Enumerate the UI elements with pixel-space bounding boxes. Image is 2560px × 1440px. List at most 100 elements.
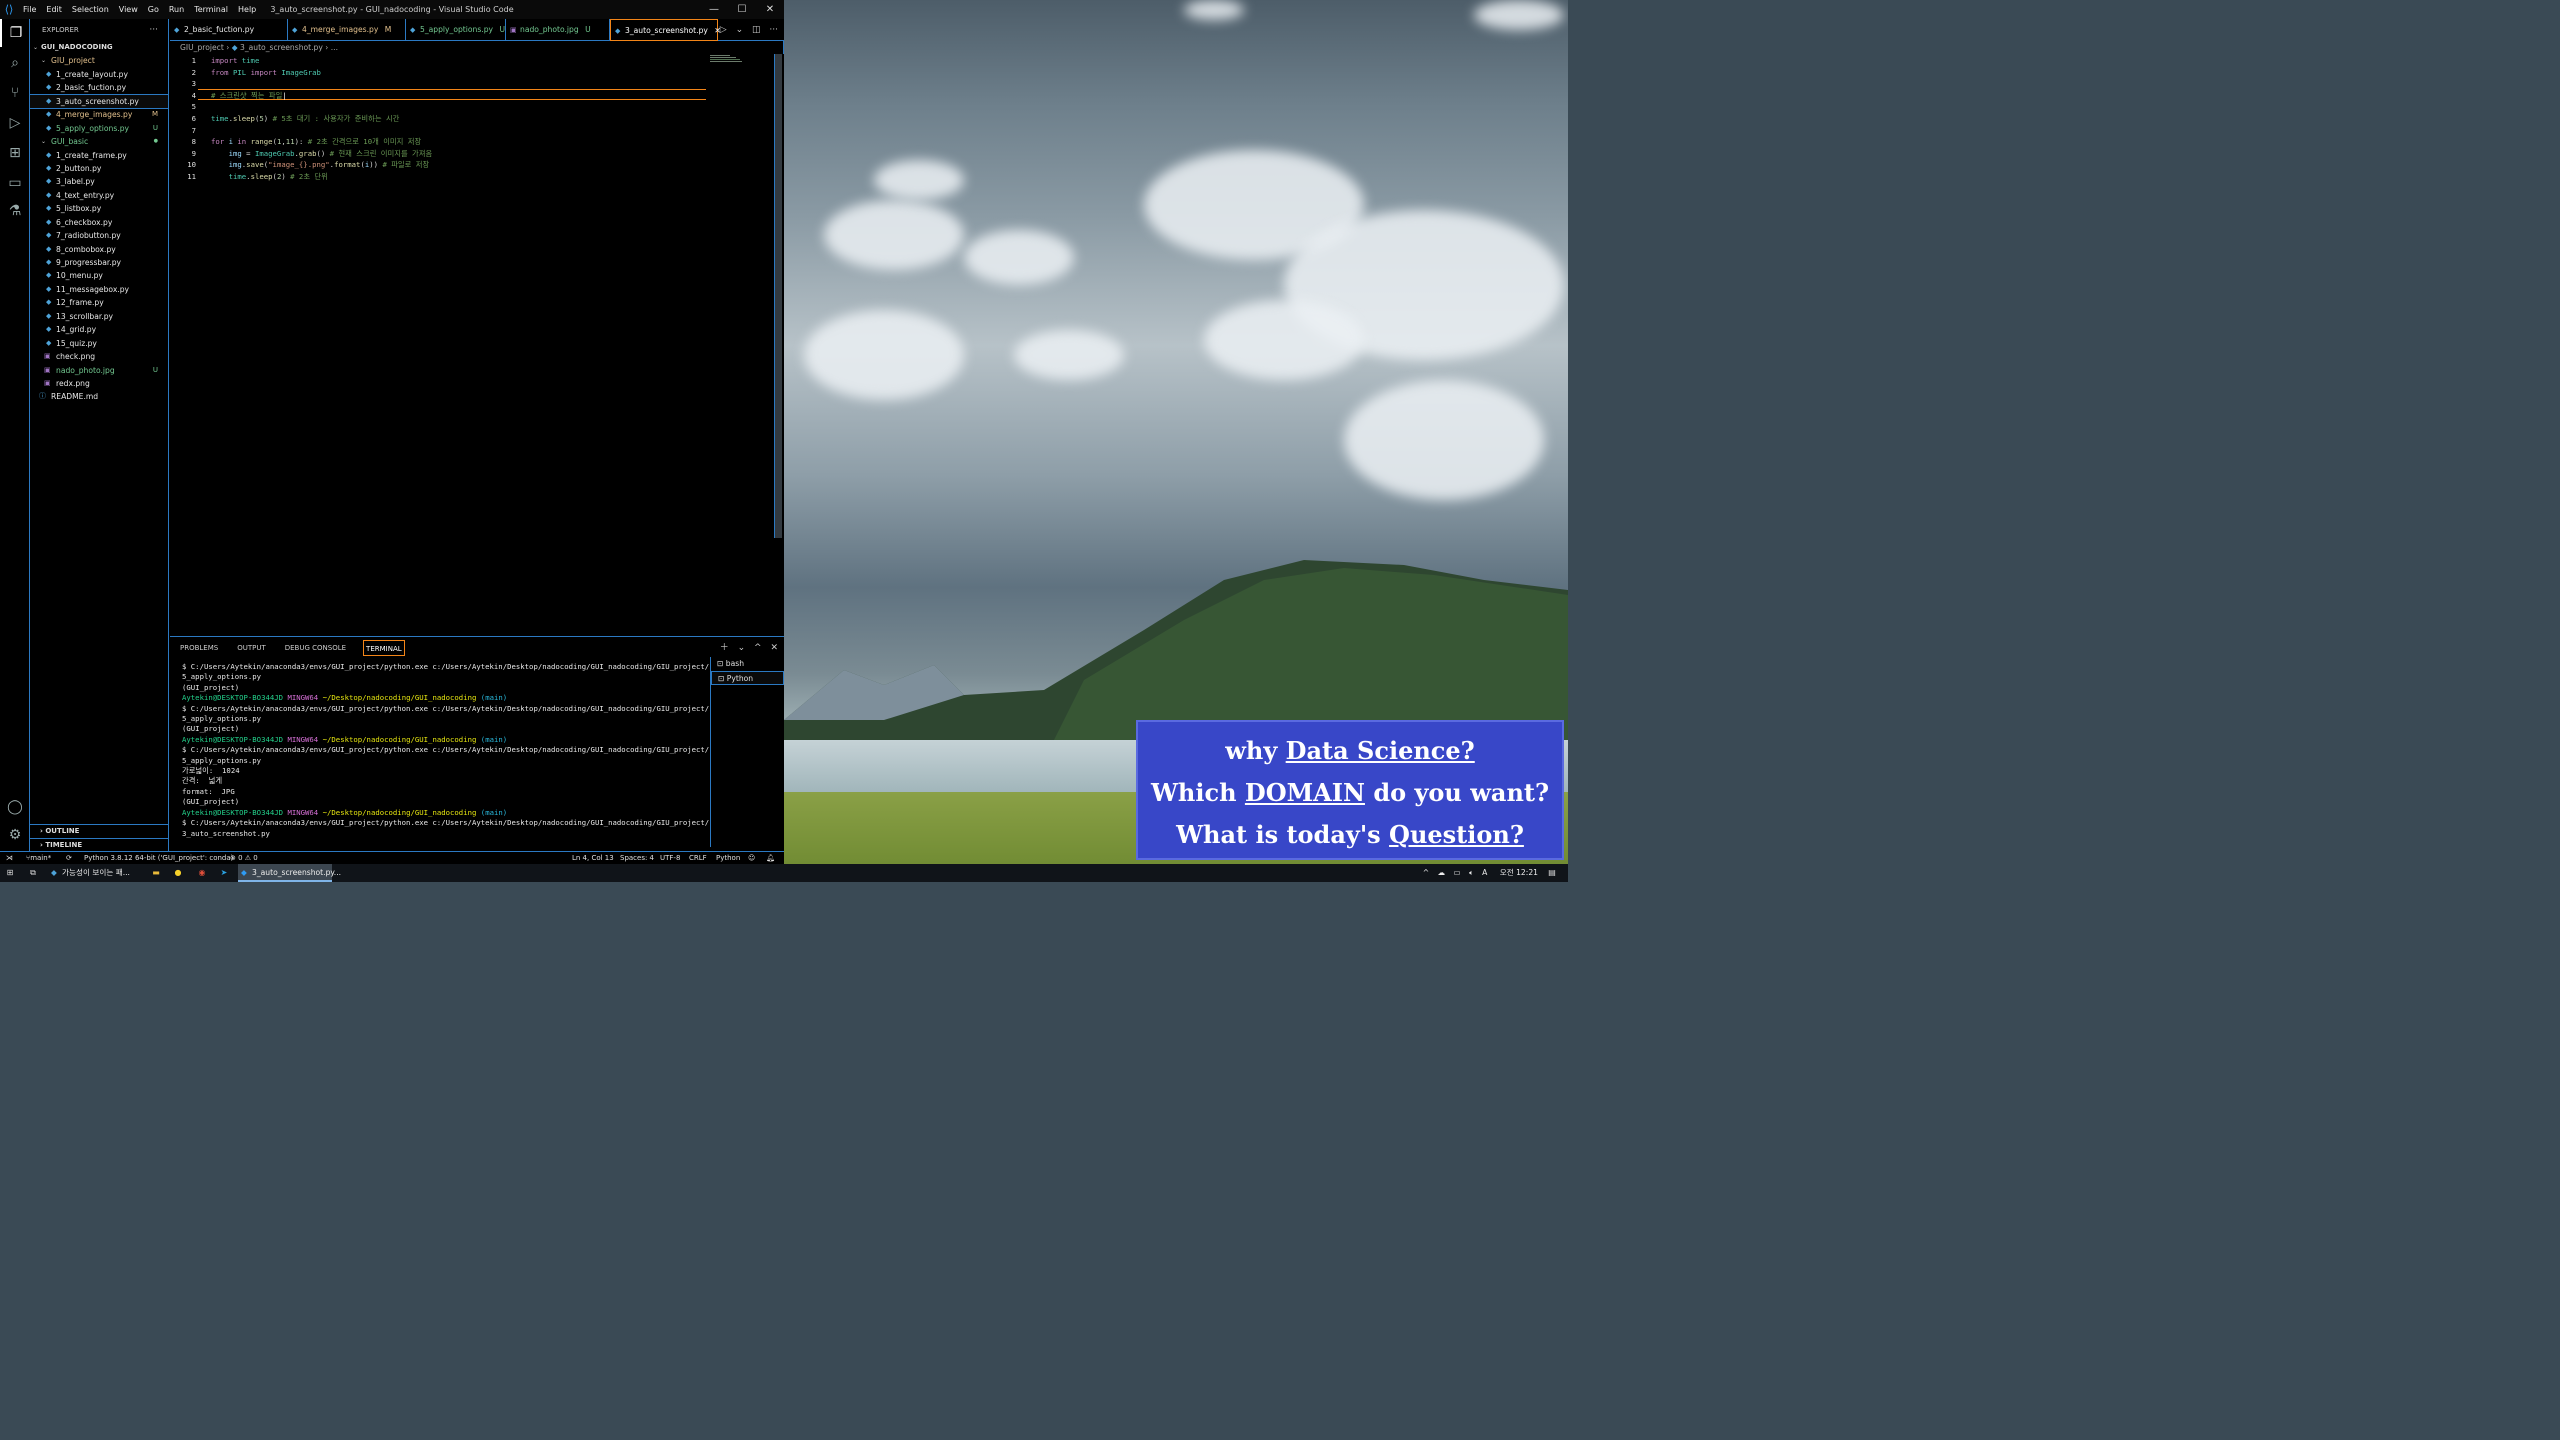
kakaotalk-icon[interactable]: ●: [170, 864, 186, 882]
file-item[interactable]: ◆ 2_button.py: [30, 162, 168, 175]
file-explorer-icon[interactable]: ▬: [148, 864, 164, 882]
tab-output[interactable]: OUTPUT: [235, 640, 268, 656]
domain-link[interactable]: DOMAIN: [1245, 778, 1365, 807]
chevron-down-icon[interactable]: ⌄: [736, 25, 744, 35]
file-item[interactable]: ◆ 1_create_layout.py: [30, 68, 168, 81]
file-item[interactable]: ◆ 1_create_frame.py: [30, 149, 168, 162]
file-item[interactable]: ◆ 15_quiz.py: [30, 337, 168, 350]
file-item[interactable]: ◆ 13_scrollbar.py: [30, 310, 168, 323]
tab-2-basic-fuction[interactable]: ◆ 2_basic_fuction.py: [170, 19, 288, 41]
menu-go[interactable]: Go: [143, 0, 164, 19]
branch-indicator[interactable]: ⑂ main*: [26, 852, 51, 864]
encoding[interactable]: UTF-8: [660, 852, 680, 864]
chrome-icon[interactable]: ◉: [194, 864, 210, 882]
sync-icon[interactable]: ⟳: [66, 852, 72, 864]
file-item[interactable]: ◆ 6_checkbox.py: [30, 216, 168, 229]
file-item[interactable]: ◆ 8_combobox.py: [30, 243, 168, 256]
run-file-icon[interactable]: ▷: [720, 25, 727, 35]
cursor-position[interactable]: Ln 4, Col 13: [572, 852, 614, 864]
search-icon[interactable]: ⌕: [0, 49, 30, 77]
extensions-icon[interactable]: ⊞: [0, 139, 30, 167]
notifications-bell-icon[interactable]: 🔔︎: [766, 852, 775, 864]
volume-icon[interactable]: 🔈︎: [1469, 868, 1474, 877]
cloud-icon[interactable]: ☁: [1437, 868, 1445, 877]
taskbar-app-vscode[interactable]: ◆ 3_auto_screenshot.py...: [238, 864, 341, 882]
breadcrumb-symbol[interactable]: ...: [331, 43, 338, 52]
code-editor[interactable]: 1 2 3 4 5 6 7 8 9 10 11 import time from…: [170, 54, 784, 636]
tab-problems[interactable]: PROBLEMS: [178, 640, 220, 656]
outline-section[interactable]: › OUTLINE: [30, 824, 169, 837]
file-item[interactable]: ◆ 11_messagebox.py: [30, 283, 168, 296]
file-item[interactable]: ◆ 9_progressbar.py: [30, 256, 168, 269]
file-item[interactable]: ◆ 5_apply_options.py U: [30, 122, 168, 135]
tab-5-apply-options[interactable]: ◆ 5_apply_options.py U: [406, 19, 506, 41]
terminal-bash[interactable]: ⊡ bash: [711, 657, 784, 671]
start-button-icon[interactable]: ⊞: [0, 864, 20, 882]
tab-4-merge-images[interactable]: ◆ 4_merge_images.py M: [288, 19, 406, 41]
file-item[interactable]: ◆ 4_text_entry.py: [30, 189, 168, 202]
menu-selection[interactable]: Selection: [67, 0, 114, 19]
data-science-link[interactable]: Data Science?: [1286, 736, 1475, 765]
question-link[interactable]: Question?: [1389, 820, 1524, 849]
account-icon[interactable]: ◯: [0, 793, 30, 821]
task-view-icon[interactable]: ⧉: [24, 864, 42, 882]
tab-terminal[interactable]: TERMINAL: [363, 640, 405, 656]
minimize-button[interactable]: —: [700, 0, 728, 19]
tray-chevron-icon[interactable]: ^: [1423, 868, 1429, 877]
breadcrumb-folder[interactable]: GIU_project: [180, 43, 224, 52]
file-item[interactable]: ◆ 2_basic_fuction.py: [30, 81, 168, 94]
file-item[interactable]: ◆ 5_listbox.py: [30, 202, 168, 215]
python-interpreter[interactable]: Python 3.8.12 64-bit ('GUI_project': con…: [84, 852, 233, 864]
remote-icon[interactable]: ⋊: [6, 852, 13, 864]
split-editor-icon[interactable]: ◫: [752, 25, 761, 35]
menu-edit[interactable]: Edit: [41, 0, 67, 19]
language-mode[interactable]: Python: [716, 852, 740, 864]
menu-terminal[interactable]: Terminal: [189, 0, 233, 19]
maximize-button[interactable]: ☐: [728, 0, 756, 19]
folder-giu-project[interactable]: ⌄ GIU_project: [30, 54, 168, 67]
timeline-section[interactable]: › TIMELINE: [30, 838, 169, 851]
file-item[interactable]: ◆ 3_label.py: [30, 175, 168, 188]
input-language[interactable]: A: [1482, 868, 1487, 877]
minimap[interactable]: [710, 54, 774, 68]
chevron-down-icon[interactable]: ⌄: [738, 643, 746, 653]
file-item-selected[interactable]: ◆ 3_auto_screenshot.py: [29, 93, 169, 110]
taskbar-app-browser[interactable]: ◆ 가능성이 보이는 패...: [48, 864, 138, 882]
editor-scrollbar[interactable]: [774, 54, 782, 538]
file-item[interactable]: ◆ 10_menu.py: [30, 269, 168, 282]
file-item[interactable]: ▣ redx.png: [30, 377, 168, 390]
menu-help[interactable]: Help: [233, 0, 261, 19]
clock[interactable]: 오전 12:21: [1500, 868, 1538, 877]
menu-file[interactable]: File: [18, 0, 41, 19]
network-icon[interactable]: ▭: [1454, 868, 1461, 877]
remote-explorer-icon[interactable]: ▭: [0, 169, 30, 197]
problems-count[interactable]: ⊗ 0 ⚠ 0: [230, 852, 258, 864]
file-item[interactable]: ◆ 12_frame.py: [30, 296, 168, 309]
menu-run[interactable]: Run: [164, 0, 189, 19]
tab-debug-console[interactable]: DEBUG CONSOLE: [283, 640, 348, 656]
run-debug-icon[interactable]: ▷: [0, 109, 30, 137]
file-item[interactable]: ◆ 14_grid.py: [30, 323, 168, 336]
line-ending[interactable]: CRLF: [689, 852, 707, 864]
folder-gui-basic[interactable]: ⌄ GUI_basic ●: [30, 135, 168, 148]
tab-nado-photo[interactable]: ▣ nado_photo.jpg U: [506, 19, 610, 41]
file-item[interactable]: ◆ 7_radiobutton.py: [30, 229, 168, 242]
testing-icon[interactable]: ⚗: [0, 197, 30, 225]
close-button[interactable]: ✕: [756, 0, 784, 19]
new-terminal-icon[interactable]: ＋: [720, 643, 729, 653]
more-actions-icon[interactable]: ···: [149, 19, 158, 41]
feedback-icon[interactable]: ☺: [748, 852, 755, 864]
explorer-icon[interactable]: ❐: [0, 19, 30, 47]
indentation[interactable]: Spaces: 4: [620, 852, 654, 864]
maximize-panel-icon[interactable]: ^: [754, 643, 762, 653]
close-panel-icon[interactable]: ✕: [770, 643, 778, 653]
file-item[interactable]: ⓘ README.md: [30, 390, 168, 403]
notification-center-icon[interactable]: ▤: [1544, 864, 1560, 882]
file-item[interactable]: ▣ check.png: [30, 350, 168, 363]
source-control-icon[interactable]: ⑂: [0, 79, 30, 107]
terminal-python[interactable]: ⊡ Python: [711, 671, 784, 685]
workspace-root[interactable]: ⌄ GUI_NADOCODING: [30, 41, 168, 54]
more-actions-icon[interactable]: ···: [769, 25, 778, 35]
file-item[interactable]: ◆ 4_merge_images.py M: [30, 108, 168, 121]
file-item[interactable]: ▣ nado_photo.jpg U: [30, 364, 168, 377]
